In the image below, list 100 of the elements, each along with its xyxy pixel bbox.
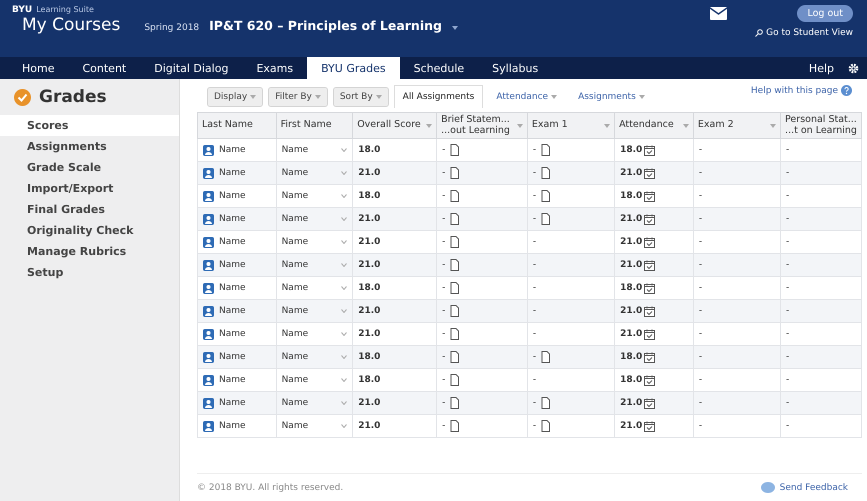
column-header[interactable]: Exam 2: [693, 112, 781, 138]
student-view-link[interactable]: Go to Student View: [755, 28, 853, 38]
table-cell: 21.0: [614, 230, 694, 254]
document-icon[interactable]: [450, 420, 460, 432]
course-name[interactable]: IP&T 620 – Principles of Learning: [209, 18, 442, 33]
user-icon[interactable]: [203, 328, 214, 340]
column-header[interactable]: Personal Stat... ...t on Learning: [780, 112, 862, 138]
calendar-icon[interactable]: [644, 260, 656, 270]
user-icon[interactable]: [203, 236, 214, 248]
document-icon[interactable]: [541, 397, 550, 409]
view-tab[interactable]: Assignments: [570, 86, 653, 108]
help-link[interactable]: Help: [808, 62, 834, 74]
document-icon[interactable]: [541, 167, 550, 179]
sidebar-item[interactable]: Final Grades: [0, 199, 179, 220]
user-icon[interactable]: [203, 190, 214, 202]
nav-tab[interactable]: Home: [8, 57, 68, 79]
table-cell: Name: [276, 138, 353, 162]
table-cell: -: [527, 300, 615, 322]
table-cell: -: [527, 208, 615, 230]
column-header[interactable]: Last Name: [198, 112, 276, 138]
nav-tab[interactable]: Digital Dialog: [140, 57, 242, 79]
brand-logo: BYU: [12, 5, 32, 15]
user-icon[interactable]: [203, 144, 214, 156]
user-icon[interactable]: [203, 168, 214, 178]
sidebar-item[interactable]: Assignments: [0, 136, 179, 157]
column-header[interactable]: Attendance: [614, 112, 694, 138]
nav-tab[interactable]: Schedule: [400, 57, 478, 79]
calendar-icon[interactable]: [644, 144, 656, 156]
column-header[interactable]: Brief Statem... ...out Learning: [436, 112, 528, 138]
user-icon[interactable]: [203, 306, 214, 316]
view-tab[interactable]: Attendance: [488, 86, 566, 108]
user-icon[interactable]: [203, 260, 214, 270]
calendar-icon[interactable]: [644, 236, 656, 248]
table-cell: -: [527, 230, 615, 254]
dropdown-button[interactable]: Display: [207, 86, 264, 106]
table-cell: Name: [198, 184, 276, 208]
user-icon[interactable]: [203, 398, 214, 408]
document-icon[interactable]: [450, 144, 460, 156]
document-icon[interactable]: [450, 282, 460, 294]
sidebar-item[interactable]: Manage Rubrics: [0, 241, 179, 262]
sidebar-item[interactable]: Originality Check: [0, 220, 179, 241]
feedback-link[interactable]: Send Feedback: [760, 482, 848, 494]
table-cell: 21.0: [614, 322, 694, 346]
document-icon[interactable]: [541, 213, 550, 225]
table-cell: Name: [276, 254, 353, 276]
settings-icon[interactable]: [848, 62, 859, 74]
table-cell: 21.0: [614, 162, 694, 184]
calendar-icon[interactable]: [644, 214, 656, 224]
nav-tab[interactable]: BYU Grades: [307, 57, 400, 79]
calendar-icon[interactable]: [644, 328, 656, 340]
user-icon[interactable]: [203, 352, 214, 362]
calendar-icon[interactable]: [644, 374, 656, 386]
document-icon[interactable]: [450, 305, 460, 317]
document-icon[interactable]: [450, 236, 460, 248]
document-icon[interactable]: [450, 213, 460, 225]
calendar-icon[interactable]: [644, 398, 656, 408]
document-icon[interactable]: [450, 259, 460, 271]
calendar-icon[interactable]: [644, 190, 656, 202]
calendar-icon[interactable]: [644, 420, 656, 432]
user-icon[interactable]: [203, 420, 214, 432]
table-cell: 21.0: [614, 414, 694, 438]
document-icon[interactable]: [541, 420, 550, 432]
nav-tab[interactable]: Syllabus: [478, 57, 552, 79]
table-cell: 18.0: [352, 346, 437, 368]
dropdown-button[interactable]: Sort By: [332, 86, 389, 106]
table-cell: -: [780, 392, 862, 414]
table-cell: 21.0: [352, 414, 437, 438]
table-cell: -: [780, 184, 862, 208]
calendar-icon[interactable]: [644, 168, 656, 178]
sidebar-item[interactable]: Setup: [0, 262, 179, 283]
column-header[interactable]: Exam 1: [527, 112, 615, 138]
column-header[interactable]: Overall Score: [352, 112, 437, 138]
sidebar-item[interactable]: Grade Scale: [0, 157, 179, 178]
caret-icon[interactable]: [452, 26, 458, 30]
calendar-icon[interactable]: [644, 352, 656, 362]
mail-icon[interactable]: [710, 7, 728, 20]
help-page-link[interactable]: Help with this page: [750, 85, 852, 96]
document-icon[interactable]: [541, 190, 550, 202]
document-icon[interactable]: [450, 190, 460, 202]
sidebar-item[interactable]: Scores: [0, 115, 179, 136]
table-cell: -: [527, 162, 615, 184]
document-icon[interactable]: [541, 351, 550, 363]
user-icon[interactable]: [203, 214, 214, 224]
document-icon[interactable]: [450, 397, 460, 409]
nav-tab[interactable]: Content: [68, 57, 140, 79]
document-icon[interactable]: [450, 374, 460, 386]
sidebar-item[interactable]: Import/Export: [0, 178, 179, 199]
view-tab[interactable]: All Assignments: [394, 85, 484, 108]
calendar-icon[interactable]: [644, 306, 656, 316]
document-icon[interactable]: [450, 328, 460, 340]
table-cell: -: [436, 230, 528, 254]
document-icon[interactable]: [450, 167, 460, 179]
document-icon[interactable]: [450, 351, 460, 363]
dropdown-button[interactable]: Filter By: [268, 86, 328, 106]
user-icon[interactable]: [203, 282, 214, 294]
nav-tab[interactable]: Exams: [242, 57, 308, 79]
document-icon[interactable]: [541, 144, 550, 156]
column-header[interactable]: First Name: [276, 112, 353, 138]
user-icon[interactable]: [203, 374, 214, 386]
calendar-icon[interactable]: [644, 282, 656, 294]
